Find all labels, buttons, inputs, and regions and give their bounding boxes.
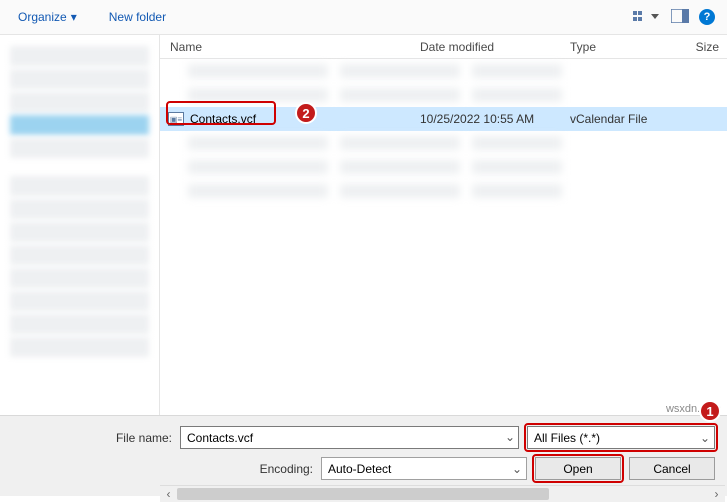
nav-item[interactable]: [10, 46, 149, 66]
filename-label: File name:: [12, 431, 172, 445]
nav-item[interactable]: [10, 115, 149, 135]
file-row[interactable]: [160, 59, 727, 83]
scroll-thumb[interactable]: [177, 488, 549, 500]
col-name[interactable]: Name: [160, 40, 420, 54]
col-type[interactable]: Type: [570, 40, 690, 54]
encoding-label: Encoding:: [260, 462, 313, 476]
nav-item[interactable]: [10, 69, 149, 89]
cancel-button[interactable]: Cancel: [629, 457, 715, 480]
nav-item[interactable]: [10, 176, 149, 196]
cancel-label: Cancel: [653, 462, 690, 476]
footer: File name: ⌄ All Files (*.*) ⌄ 1 Encodin…: [0, 415, 727, 496]
new-folder-button[interactable]: New folder: [103, 6, 172, 28]
nav-item[interactable]: [10, 291, 149, 311]
file-list: Name Date modified Type Size ▣≡ Contacts…: [160, 35, 727, 415]
nav-item[interactable]: [10, 245, 149, 265]
nav-pane[interactable]: [0, 35, 160, 415]
help-icon[interactable]: ?: [699, 9, 715, 25]
chevron-down-icon: ▾: [71, 10, 77, 24]
scroll-track[interactable]: [177, 486, 708, 502]
new-folder-label: New folder: [109, 10, 166, 24]
scroll-left-icon[interactable]: ‹: [160, 487, 177, 501]
toolbar: Organize ▾ New folder ?: [0, 0, 727, 35]
horizontal-scrollbar[interactable]: ‹ ›: [160, 485, 725, 502]
chevron-down-icon: ⌄: [512, 462, 522, 476]
annotation-badge-2: 2: [295, 102, 317, 124]
preview-pane-button[interactable]: [671, 9, 689, 26]
nav-item[interactable]: [10, 199, 149, 219]
nav-item[interactable]: [10, 92, 149, 112]
filename-combo[interactable]: ⌄: [180, 426, 519, 449]
annotation-highlight: [532, 454, 624, 483]
column-headers: Name Date modified Type Size: [160, 35, 727, 59]
encoding-value: Auto-Detect: [328, 462, 391, 476]
nav-item[interactable]: [10, 314, 149, 334]
annotation-highlight: [524, 423, 718, 452]
nav-item[interactable]: [10, 268, 149, 288]
scroll-right-icon[interactable]: ›: [708, 487, 725, 501]
col-size[interactable]: Size: [690, 40, 727, 54]
encoding-select[interactable]: Auto-Detect ⌄: [321, 457, 527, 480]
nav-item[interactable]: [10, 138, 149, 158]
annotation-badge-1: 1: [699, 400, 721, 422]
filename-input[interactable]: [180, 426, 519, 449]
file-type: vCalendar File: [570, 112, 690, 126]
col-date[interactable]: Date modified: [420, 40, 570, 54]
view-options-button[interactable]: [633, 9, 661, 25]
nav-item[interactable]: [10, 222, 149, 242]
organize-label: Organize: [18, 10, 67, 24]
main-area: Name Date modified Type Size ▣≡ Contacts…: [0, 35, 727, 415]
file-row[interactable]: [160, 131, 727, 155]
file-row[interactable]: [160, 179, 727, 203]
organize-menu[interactable]: Organize ▾: [12, 6, 83, 28]
nav-item[interactable]: [10, 337, 149, 357]
file-row[interactable]: [160, 155, 727, 179]
annotation-highlight: [166, 101, 276, 125]
file-date: 10/25/2022 10:55 AM: [420, 112, 570, 126]
